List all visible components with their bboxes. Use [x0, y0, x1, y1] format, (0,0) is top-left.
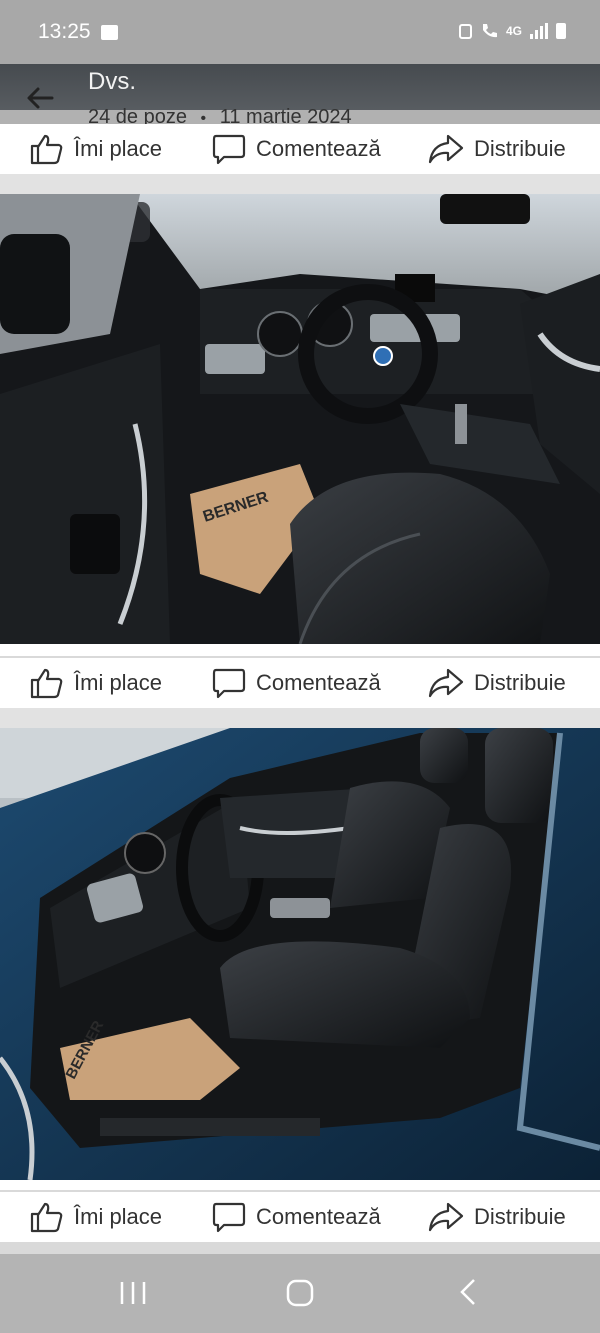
gallery-icon: [101, 25, 118, 40]
like-label: Îmi place: [74, 670, 163, 695]
comment-button[interactable]: Comentează: [212, 667, 381, 699]
post-photo-2[interactable]: BERNER: [0, 728, 600, 1180]
like-label: Îmi place: [74, 1204, 163, 1229]
comment-bubble-icon: [212, 668, 246, 699]
signal-icon: [530, 23, 548, 39]
recent-apps-icon[interactable]: [118, 1274, 148, 1310]
thumbs-up-icon: [30, 134, 63, 165]
comment-label: Comentează: [256, 136, 381, 161]
comment-label: Comentează: [256, 670, 381, 695]
album-title: Dvs.: [88, 68, 136, 95]
wifi-call-icon: [482, 24, 497, 38]
share-button[interactable]: Distribuie: [428, 667, 566, 699]
thumbs-up-icon: [30, 1202, 63, 1233]
photo-gap: [0, 644, 600, 656]
comment-bubble-icon: [212, 1202, 246, 1233]
status-bar: 13:25 4G: [0, 0, 600, 64]
share-arrow-icon: [428, 134, 464, 164]
status-icons: 4G: [458, 22, 566, 40]
action-bar: Îmi place Comentează Distribuie: [0, 1192, 600, 1242]
post-divider: [0, 174, 600, 194]
back-nav-icon[interactable]: [456, 1274, 482, 1310]
action-bar: Îmi place Comentează Distribuie: [0, 124, 600, 174]
post-photo-1[interactable]: BERNER: [0, 194, 600, 644]
like-label: Îmi place: [74, 136, 163, 161]
share-arrow-icon: [428, 668, 464, 698]
comment-button[interactable]: Comentează: [212, 1201, 381, 1233]
comment-bubble-icon: [212, 134, 246, 165]
share-label: Distribuie: [474, 1204, 566, 1229]
share-label: Distribuie: [474, 136, 566, 161]
home-icon[interactable]: [284, 1274, 316, 1310]
photo-gap: [0, 1180, 600, 1190]
comment-button[interactable]: Comentează: [212, 133, 381, 165]
post-divider: [0, 708, 600, 728]
thumbs-up-icon: [30, 668, 63, 699]
recycle-icon: [458, 23, 472, 39]
status-time: 13:25: [38, 20, 91, 43]
car-interior-photo: BERNER: [0, 194, 600, 644]
action-bar: Îmi place Comentează Distribuie: [0, 658, 600, 708]
car-seats-photo: BERNER: [0, 728, 600, 1180]
like-button[interactable]: Îmi place: [30, 133, 162, 165]
system-nav-bar: [0, 1254, 600, 1333]
battery-icon: [556, 23, 566, 39]
network-type: 4G: [505, 24, 522, 38]
like-button[interactable]: Îmi place: [30, 667, 162, 699]
share-label: Distribuie: [474, 670, 566, 695]
comment-label: Comentează: [256, 1204, 381, 1229]
like-button[interactable]: Îmi place: [30, 1201, 162, 1233]
share-arrow-icon: [428, 1202, 464, 1232]
share-button[interactable]: Distribuie: [428, 1201, 566, 1233]
back-arrow-icon[interactable]: [24, 82, 56, 114]
share-button[interactable]: Distribuie: [428, 133, 566, 165]
